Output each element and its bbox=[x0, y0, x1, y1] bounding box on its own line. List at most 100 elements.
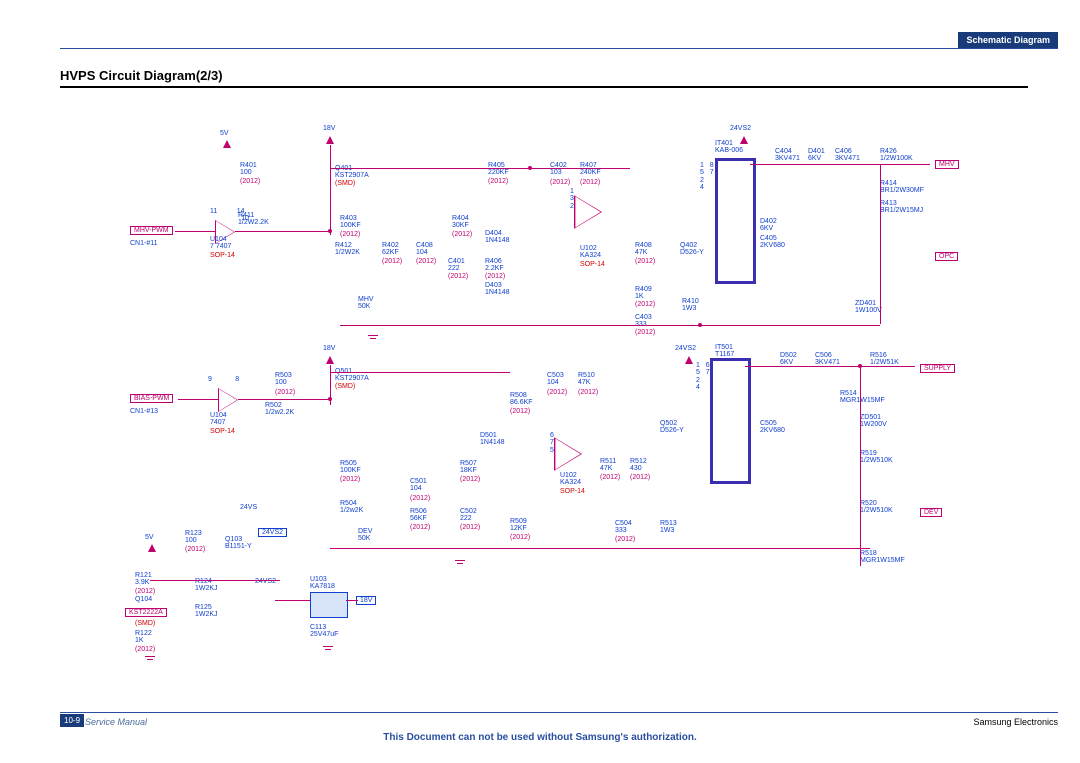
lbl-r122-p: (2012) bbox=[135, 646, 155, 653]
wire bbox=[346, 600, 358, 601]
lbl-c506: C506 3KV471 bbox=[815, 352, 840, 367]
lbl-c504-p: (2012) bbox=[615, 536, 635, 543]
lbl-q401-smd: (SMD) bbox=[335, 180, 355, 187]
tag-24vs2: 24VS2 bbox=[258, 528, 287, 537]
lbl-sop14-l: SOP-14 bbox=[210, 428, 235, 435]
rail-5v-aux: 5V bbox=[145, 534, 154, 541]
arrow-24vs2-l bbox=[685, 356, 693, 364]
lbl-r518: R518 MGR1W15MF bbox=[860, 550, 905, 565]
tag-18v: 18V bbox=[356, 596, 376, 605]
lbl-r504: R504 1/2w2K bbox=[340, 500, 363, 515]
rail-18v-l: 18V bbox=[323, 345, 335, 352]
lbl-u103: U103 KA7818 bbox=[310, 576, 335, 591]
lbl-q104: Q104 bbox=[135, 596, 152, 603]
lbl-q502: Q502 D526-Y bbox=[660, 420, 684, 435]
lbl-q402: Q402 D526-Y bbox=[680, 242, 704, 257]
transformer-it401 bbox=[715, 158, 756, 284]
lbl-r411: R411 1/2W2.2K bbox=[238, 212, 269, 227]
lbl-d402: D402 6KV bbox=[760, 218, 777, 233]
wire bbox=[860, 366, 861, 566]
page-root: Schematic Diagram HVPS Circuit Diagram(2… bbox=[0, 0, 1080, 763]
lbl-r505: R505 100KF bbox=[340, 460, 361, 475]
transformer-it501 bbox=[710, 358, 751, 484]
lbl-c505: C505 2KV680 bbox=[760, 420, 785, 435]
opamp-u102-l bbox=[554, 437, 582, 471]
wire bbox=[880, 164, 881, 324]
lbl-c401-p: (2012) bbox=[448, 273, 468, 280]
lbl-c503-p: (2012) bbox=[547, 389, 567, 396]
lbl-zd401: ZD401 1W100V bbox=[855, 300, 882, 315]
lbl-r506: R506 56KF bbox=[410, 508, 427, 523]
tag-kst2222a: KST2222A bbox=[125, 608, 167, 617]
rail-5v-u: 5V bbox=[220, 130, 229, 137]
lbl-r409-p: (2012) bbox=[635, 301, 655, 308]
lbl-r404-p: (2012) bbox=[452, 231, 472, 238]
lbl-d404: D404 1N4148 bbox=[485, 230, 510, 245]
header-tab: Schematic Diagram bbox=[958, 32, 1058, 48]
lbl-q104-smd: (SMD) bbox=[135, 620, 155, 627]
gnd-icon bbox=[455, 560, 465, 568]
tag-dev: DEV bbox=[920, 508, 942, 517]
wire bbox=[175, 231, 215, 232]
rail-24vs2-u: 24VS2 bbox=[730, 125, 751, 132]
lbl-c406: C406 3KV471 bbox=[835, 148, 860, 163]
lbl-r125: R125 1W2KJ bbox=[195, 604, 218, 619]
rule-top bbox=[60, 48, 1058, 49]
lbl-r508-p: (2012) bbox=[510, 408, 530, 415]
lbl-c503: C503 104 bbox=[547, 372, 564, 387]
schematic-canvas: 5V 18V 24VS2 MHV-PWM CN1-#11 11 14 10 U1… bbox=[60, 100, 1028, 680]
tag-mhv-pwm: MHV-PWM bbox=[130, 226, 173, 235]
lbl-r408: R408 47K bbox=[635, 242, 652, 257]
lbl-c401: C401 222 bbox=[448, 258, 465, 273]
lbl-u104-u: U104 7 7407 bbox=[210, 236, 231, 251]
lbl-r121-p: (2012) bbox=[135, 588, 155, 595]
lbl-r516: R516 1/2W51K bbox=[870, 352, 899, 367]
lbl-c502-p: (2012) bbox=[460, 524, 480, 531]
lbl-r506-p: (2012) bbox=[410, 524, 430, 531]
lbl-d502: D502 6KV bbox=[780, 352, 797, 367]
wire bbox=[750, 164, 930, 165]
footer-right: Samsung Electronics bbox=[973, 717, 1058, 727]
lbl-r503-p: (2012) bbox=[275, 389, 295, 396]
tag-mhv: MHV bbox=[935, 160, 959, 169]
lbl-c113: C113 25V47uF bbox=[310, 624, 338, 639]
lbl-r505-p: (2012) bbox=[340, 476, 360, 483]
lbl-r406: R406 2.2KF bbox=[485, 258, 504, 273]
lbl-r511: R511 47K bbox=[600, 458, 616, 473]
lbl-r426: R426 1/2W100K bbox=[880, 148, 913, 163]
lbl-r407: R407 240KF bbox=[580, 162, 601, 177]
opamp-u102-u bbox=[574, 195, 602, 229]
lbl-r508: R508 86.6KF bbox=[510, 392, 533, 407]
lbl-zd501: ZD501 1W200V bbox=[860, 414, 887, 429]
wire bbox=[238, 399, 330, 400]
lbl-r520: R520 1/2W510K bbox=[860, 500, 893, 515]
wire bbox=[150, 580, 280, 581]
node bbox=[528, 166, 532, 170]
lbl-u104-pins-l: 9 8 bbox=[208, 376, 239, 383]
footer-center: This Document can not be used without Sa… bbox=[0, 732, 1080, 743]
lbl-u102-pins-u: 1 3 2 bbox=[570, 188, 574, 210]
rule-bottom bbox=[60, 712, 1058, 713]
lbl-d401: D401 6KV bbox=[808, 148, 825, 163]
lbl-dev50k: DEV 50K bbox=[358, 528, 372, 543]
rail-24vs2-l: 24VS2 bbox=[675, 345, 696, 352]
lbl-r409: R409 1K bbox=[635, 286, 652, 301]
gnd-icon bbox=[368, 335, 378, 343]
wire bbox=[330, 168, 530, 169]
lbl-r402-p: (2012) bbox=[382, 258, 402, 265]
tag-opc: OPC bbox=[935, 252, 958, 261]
lbl-q103: Q103 B1151-Y bbox=[225, 536, 252, 551]
lbl-r123: R123 100 bbox=[185, 530, 202, 545]
tag-bias-pwm: BIAS-PWM bbox=[130, 394, 173, 403]
lbl-it501: IT501 T1167 bbox=[715, 344, 734, 359]
lbl-r512: R512 430 bbox=[630, 458, 647, 473]
lbl-cn1-11: CN1-#11 bbox=[130, 240, 158, 247]
lbl-r512-p: (2012) bbox=[630, 474, 650, 481]
lbl-r407-p: (2012) bbox=[580, 179, 600, 186]
lbl-r412: R412 1/2W2K bbox=[335, 242, 360, 257]
footer-left: Service Manual bbox=[85, 717, 147, 727]
lbl-u102-sop-u: SOP-14 bbox=[580, 261, 605, 268]
lbl-r507-p: (2012) bbox=[460, 476, 480, 483]
lbl-c405: C405 2KV680 bbox=[760, 235, 785, 250]
lbl-r405: R405 220KF bbox=[488, 162, 509, 177]
